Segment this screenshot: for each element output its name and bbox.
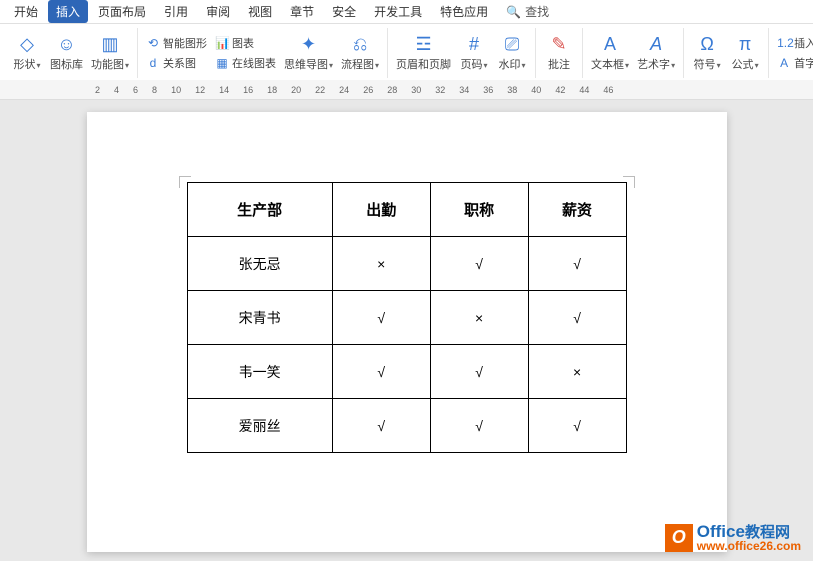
- table-row: 爱丽丝 √ √ √: [187, 399, 626, 453]
- table-cell[interactable]: √: [332, 345, 430, 399]
- header-footer-icon: ☲: [415, 34, 431, 54]
- icon-library-icon: ☺: [57, 34, 75, 54]
- tab-sections[interactable]: 章节: [282, 0, 322, 23]
- wordart-icon: A: [650, 34, 662, 54]
- mindmap-button[interactable]: ✦ 思维导图▾: [282, 28, 335, 78]
- ribbon: ◇ 形状▾ ☺ 图标库 ▥ 功能图▾ ⟲智能图形 d关系图 📊图表 ▦在线图表 …: [0, 24, 813, 80]
- chart-icon: 📊: [215, 36, 229, 50]
- textbox-icon: A: [604, 34, 616, 54]
- watermark-button[interactable]: ⎚ 水印▾: [495, 28, 529, 78]
- menubar: 开始 插入 页面布局 引用 审阅 视图 章节 安全 开发工具 特色应用 🔍 查找: [0, 0, 813, 24]
- flowchart-button[interactable]: ⎌ 流程图▾: [339, 28, 381, 78]
- equation-icon: π: [739, 34, 751, 54]
- comment-button[interactable]: ✎ 批注: [542, 28, 576, 78]
- function-chart-button[interactable]: ▥ 功能图▾: [89, 28, 131, 78]
- table-cell[interactable]: √: [528, 399, 626, 453]
- search-icon: 🔍: [506, 5, 521, 19]
- table-cell[interactable]: √: [528, 291, 626, 345]
- table-cell[interactable]: 韦一笑: [187, 345, 332, 399]
- data-table[interactable]: 生产部 出勤 职称 薪资 张无忌 × √ √ 宋青书 √ × √ 韦一笑 √ √: [187, 182, 627, 453]
- table-cell[interactable]: √: [430, 399, 528, 453]
- table-cell[interactable]: √: [430, 237, 528, 291]
- symbol-button[interactable]: Ω 符号▾: [690, 28, 724, 78]
- equation-button[interactable]: π 公式▾: [728, 28, 762, 78]
- workspace: 生产部 出勤 职称 薪资 张无忌 × √ √ 宋青书 √ × √ 韦一笑 √ √: [0, 100, 813, 561]
- table-header-cell[interactable]: 出勤: [332, 183, 430, 237]
- site-watermark: O Office教程网 www.office26.com: [665, 523, 801, 553]
- dropcap-icon: A: [777, 56, 791, 70]
- table-cell[interactable]: 张无忌: [187, 237, 332, 291]
- tab-insert[interactable]: 插入: [48, 0, 88, 23]
- tab-special[interactable]: 特色应用: [432, 0, 496, 23]
- search-label: 查找: [525, 3, 549, 20]
- insert-number-button[interactable]: 1.2插入数字: [775, 34, 813, 52]
- table-cell[interactable]: √: [332, 399, 430, 453]
- icon-library-button[interactable]: ☺ 图标库: [48, 28, 85, 78]
- watermark-icon: ⎚: [505, 34, 519, 54]
- shapes-icon: ◇: [20, 34, 34, 54]
- watermark-brand-cn: 教程网: [745, 524, 790, 541]
- chart-button[interactable]: 📊图表: [213, 34, 278, 52]
- online-chart-button[interactable]: ▦在线图表: [213, 54, 278, 72]
- header-footer-button[interactable]: ☲ 页眉和页脚: [394, 28, 453, 78]
- function-chart-icon: ▥: [102, 34, 119, 54]
- relation-chart-button[interactable]: d关系图: [144, 54, 209, 72]
- table-header-cell[interactable]: 薪资: [528, 183, 626, 237]
- tab-devtools[interactable]: 开发工具: [366, 0, 430, 23]
- shapes-button[interactable]: ◇ 形状▾: [10, 28, 44, 78]
- tab-page-layout[interactable]: 页面布局: [90, 0, 154, 23]
- flowchart-icon: ⎌: [353, 34, 367, 54]
- tab-references[interactable]: 引用: [156, 0, 196, 23]
- table-header-cell[interactable]: 生产部: [187, 183, 332, 237]
- tab-start[interactable]: 开始: [6, 0, 46, 23]
- horizontal-ruler: 2468101214161820222426283032343638404244…: [0, 80, 813, 100]
- relation-icon: d: [146, 56, 160, 70]
- symbol-icon: Ω: [700, 34, 713, 54]
- watermark-url: www.office26.com: [697, 540, 801, 553]
- watermark-brand: Office: [697, 522, 745, 541]
- smartart-icon: ⟲: [146, 36, 160, 50]
- table-cell[interactable]: ×: [430, 291, 528, 345]
- page-number-button[interactable]: # 页码▾: [457, 28, 491, 78]
- table-header-cell[interactable]: 职称: [430, 183, 528, 237]
- tab-view[interactable]: 视图: [240, 0, 280, 23]
- table-cell[interactable]: 爱丽丝: [187, 399, 332, 453]
- comment-icon: ✎: [552, 34, 567, 54]
- dropcap-button[interactable]: A首字下沉: [775, 54, 813, 72]
- table-header-row: 生产部 出勤 职称 薪资: [187, 183, 626, 237]
- table-row: 张无忌 × √ √: [187, 237, 626, 291]
- table-cell[interactable]: 宋青书: [187, 291, 332, 345]
- document-page[interactable]: 生产部 出勤 职称 薪资 张无忌 × √ √ 宋青书 √ × √ 韦一笑 √ √: [87, 112, 727, 552]
- table-cell[interactable]: √: [430, 345, 528, 399]
- table-cell[interactable]: ×: [528, 345, 626, 399]
- table-cell[interactable]: √: [528, 237, 626, 291]
- table-row: 韦一笑 √ √ ×: [187, 345, 626, 399]
- table-row: 宋青书 √ × √: [187, 291, 626, 345]
- margin-corner-tl: [179, 176, 191, 188]
- insert-number-icon: 1.2: [777, 36, 791, 50]
- search-box[interactable]: 🔍 查找: [506, 3, 549, 20]
- tab-review[interactable]: 审阅: [198, 0, 238, 23]
- online-chart-icon: ▦: [215, 56, 229, 70]
- tab-security[interactable]: 安全: [324, 0, 364, 23]
- watermark-logo-icon: O: [665, 524, 693, 552]
- page-number-icon: #: [469, 34, 479, 54]
- textbox-button[interactable]: A 文本框▾: [589, 28, 631, 78]
- wordart-button[interactable]: A 艺术字▾: [635, 28, 677, 78]
- table-cell[interactable]: ×: [332, 237, 430, 291]
- table-cell[interactable]: √: [332, 291, 430, 345]
- mindmap-icon: ✦: [301, 34, 316, 54]
- smartart-button[interactable]: ⟲智能图形: [144, 34, 209, 52]
- margin-corner-tr: [623, 176, 635, 188]
